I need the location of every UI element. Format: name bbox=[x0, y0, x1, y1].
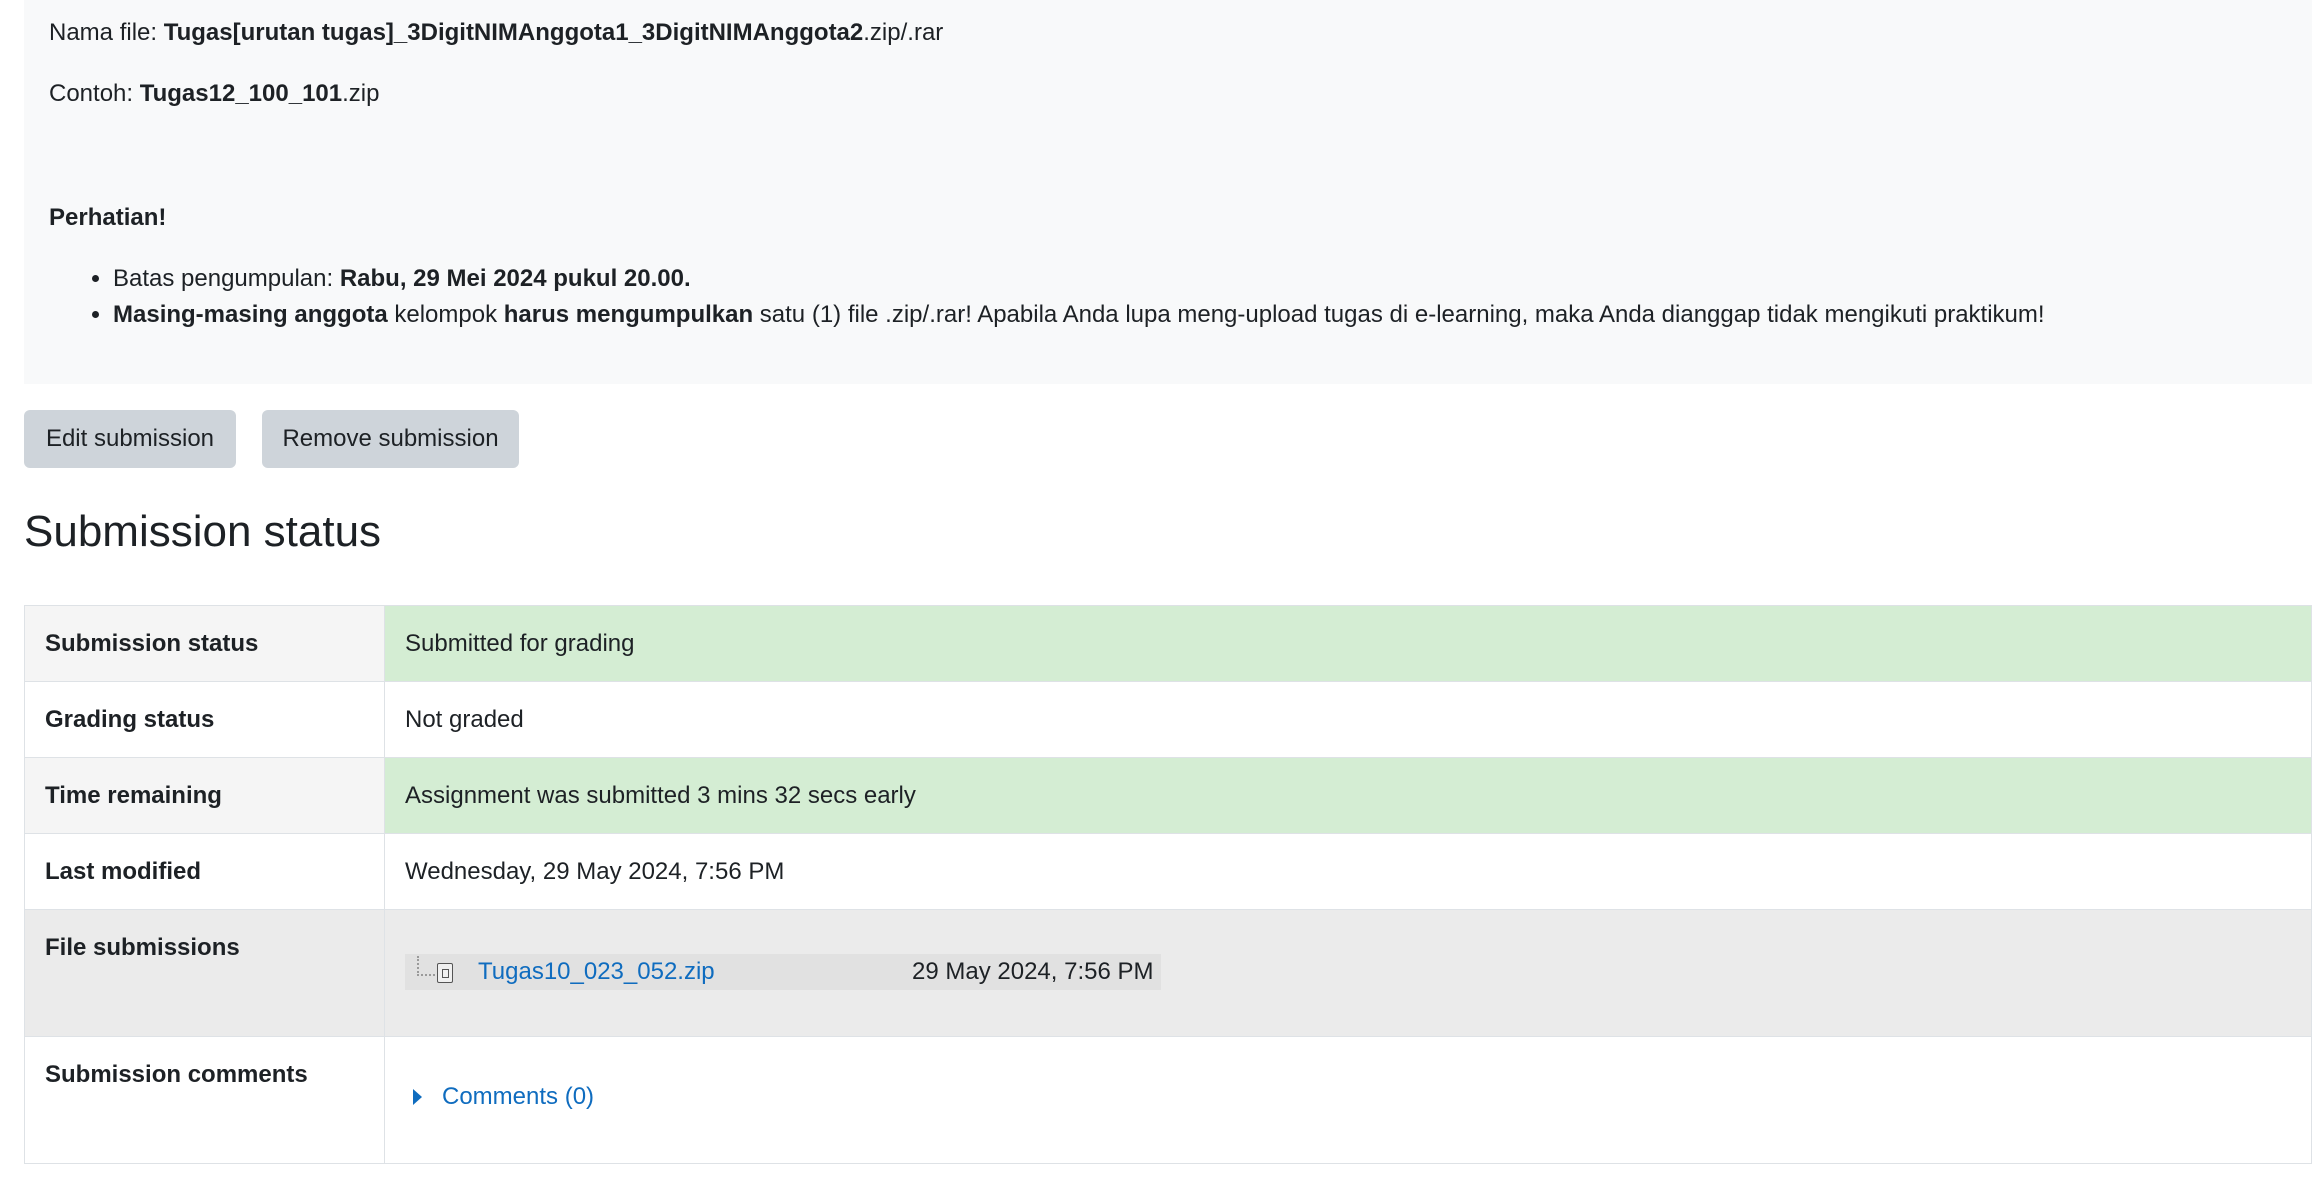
attention-list: Batas pengumpulan: Rabu, 29 Mei 2024 puk… bbox=[49, 261, 2045, 333]
example-instruction: Contoh: Tugas12_100_101.zip bbox=[49, 76, 379, 112]
section-title: Submission status bbox=[24, 507, 382, 556]
file-tree: Tugas10_023_052.zip 29 May 2024, 7:56 PM bbox=[405, 954, 1161, 990]
file-submissions-cell: Tugas10_023_052.zip 29 May 2024, 7:56 PM bbox=[384, 909, 2312, 1037]
example-label: Contoh: bbox=[49, 80, 140, 107]
attention-heading: Perhatian! bbox=[49, 204, 167, 231]
caret-right-icon bbox=[413, 1089, 422, 1105]
comments-cell: Comments (0) bbox=[384, 1036, 2312, 1164]
example-extension: .zip bbox=[342, 80, 380, 107]
filename-label: Nama file: bbox=[49, 19, 164, 46]
submission-status-table: Submission status Submitted for grading … bbox=[24, 605, 2312, 1164]
filename-instruction: Nama file: Tugas[urutan tugas]_3DigitNIM… bbox=[49, 15, 943, 51]
row-label: Submission comments bbox=[24, 1036, 385, 1164]
remove-submission-button[interactable]: Remove submission bbox=[262, 410, 519, 468]
comments-link[interactable]: Comments (0) bbox=[442, 1079, 594, 1115]
table-row: Last modified Wednesday, 29 May 2024, 7:… bbox=[24, 833, 2312, 910]
deadline-label: Batas pengumpulan: bbox=[113, 265, 340, 292]
emphasis-text: Masing-masing anggota bbox=[113, 301, 388, 328]
table-row: Time remaining Assignment was submitted … bbox=[24, 757, 2312, 834]
assignment-intro: Nama file: Tugas[urutan tugas]_3DigitNIM… bbox=[24, 0, 2312, 384]
row-label: Grading status bbox=[24, 681, 385, 758]
edit-submission-button[interactable]: Edit submission bbox=[24, 410, 236, 468]
row-label: Submission status bbox=[24, 605, 385, 682]
row-label: Last modified bbox=[24, 833, 385, 910]
body-text: satu (1) file .zip/.rar! Apabila Anda lu… bbox=[753, 301, 2045, 328]
table-row: File submissions Tugas10_023_052.zip 29 … bbox=[24, 909, 2312, 1037]
table-row: Submission comments Comments (0) bbox=[24, 1036, 2312, 1164]
filename-extension: .zip/.rar bbox=[863, 19, 944, 46]
file-date: 29 May 2024, 7:56 PM bbox=[912, 958, 1154, 985]
list-item: Batas pengumpulan: Rabu, 29 Mei 2024 puk… bbox=[113, 261, 2045, 297]
row-label: Time remaining bbox=[24, 757, 385, 834]
comments-toggle[interactable]: Comments (0) bbox=[405, 1079, 594, 1115]
time-remaining-value: Assignment was submitted 3 mins 32 secs … bbox=[384, 757, 2312, 834]
emphasis-text: harus mengumpulkan bbox=[503, 301, 754, 328]
grading-status-value: Not graded bbox=[384, 681, 2312, 758]
last-modified-value: Wednesday, 29 May 2024, 7:56 PM bbox=[384, 833, 2312, 910]
file-link[interactable]: Tugas10_023_052.zip bbox=[478, 954, 715, 990]
body-text: kelompok bbox=[387, 301, 504, 328]
archive-file-icon bbox=[437, 963, 453, 983]
example-filename: Tugas12_100_101 bbox=[139, 80, 343, 107]
deadline-value: Rabu, 29 Mei 2024 pukul 20.00. bbox=[339, 265, 691, 292]
filename-pattern: Tugas[urutan tugas]_3DigitNIMAnggota1_3D… bbox=[163, 19, 864, 46]
table-row: Submission status Submitted for grading bbox=[24, 605, 2312, 682]
submission-status-value: Submitted for grading bbox=[384, 605, 2312, 682]
tree-connector bbox=[417, 956, 435, 976]
table-row: Grading status Not graded bbox=[24, 681, 2312, 758]
list-item: Masing-masing anggota kelompok harus men… bbox=[113, 297, 2045, 333]
row-label: File submissions bbox=[24, 909, 385, 1037]
